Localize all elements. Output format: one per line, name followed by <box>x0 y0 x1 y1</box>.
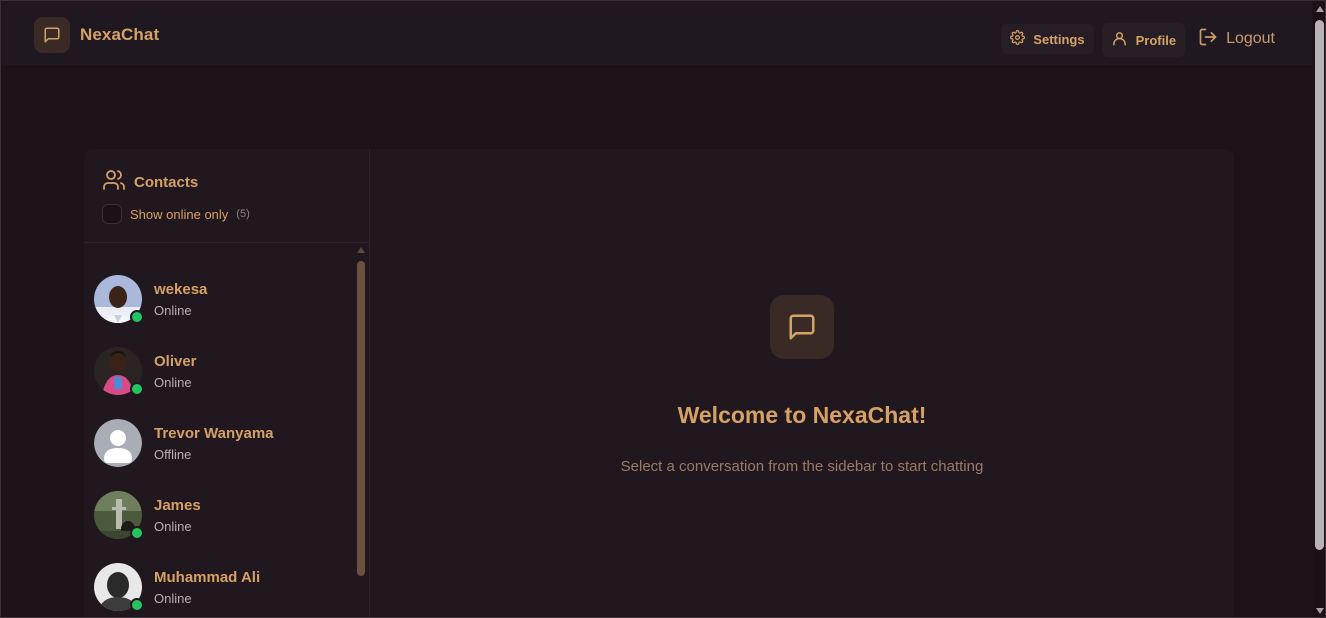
contact-item[interactable]: wekesa Online <box>94 267 354 331</box>
welcome-panel: Welcome to NexaChat! Select a conversati… <box>371 149 1234 617</box>
message-square-icon <box>770 295 834 359</box>
contact-status: Offline <box>154 446 192 462</box>
online-count: (5) <box>236 208 250 220</box>
contacts-title-label: Contacts <box>134 174 199 191</box>
user-icon <box>1111 30 1128 50</box>
message-square-icon <box>34 17 70 53</box>
settings-label: Settings <box>1033 31 1085 47</box>
contact-status: Online <box>154 374 192 390</box>
app-window: NexaChat Settings Profile Logout Contact… <box>0 0 1326 618</box>
profile-label: Profile <box>1135 32 1177 48</box>
online-filter[interactable]: Show online only (5) <box>102 204 250 224</box>
logout-label: Logout <box>1226 30 1275 47</box>
scroll-up-arrow[interactable] <box>1316 6 1324 12</box>
default-avatar-icon <box>94 419 142 467</box>
scroll-up-arrow[interactable] <box>357 247 365 253</box>
settings-button[interactable]: Settings <box>1001 24 1094 54</box>
contact-name: wekesa <box>154 280 208 298</box>
contact-item[interactable]: Muhammad Ali Online <box>94 555 354 617</box>
profile-button[interactable]: Profile <box>1101 23 1186 57</box>
show-online-checkbox[interactable] <box>102 204 122 224</box>
chat-container: Contacts Show online only (5) wekesa Onl… <box>84 149 1234 617</box>
sidebar-header: Contacts Show online only (5) <box>84 149 370 243</box>
top-navbar: NexaChat Settings Profile Logout <box>2 2 1312 67</box>
logout-button[interactable]: Logout <box>1193 24 1280 54</box>
welcome-title: Welcome to NexaChat! <box>677 402 927 428</box>
contact-name: Oliver <box>154 352 197 370</box>
contacts-title: Contacts <box>102 168 198 197</box>
contact-status: Online <box>154 302 192 318</box>
contact-item[interactable]: Trevor Wanyama Offline <box>94 411 354 475</box>
contact-name: James <box>154 496 201 514</box>
contact-item[interactable]: James Online <box>94 483 354 547</box>
brand[interactable]: NexaChat <box>34 17 159 53</box>
gear-icon <box>1010 30 1026 48</box>
avatar <box>94 563 144 612</box>
contact-status: Online <box>154 590 192 606</box>
contact-list: wekesa Online Oliver Online Trevor Wanya… <box>84 244 370 617</box>
contact-status: Online <box>154 518 192 534</box>
show-online-label: Show online only <box>130 206 229 222</box>
scroll-down-arrow[interactable] <box>1316 608 1324 614</box>
contact-list-scrollbar[interactable] <box>357 261 365 576</box>
app-name: NexaChat <box>80 25 160 44</box>
online-status-dot <box>130 382 144 396</box>
online-status-dot <box>130 526 144 540</box>
page-scrollbar-thumb[interactable] <box>1315 20 1324 550</box>
contact-name: Muhammad Ali <box>154 568 261 586</box>
users-icon <box>102 168 126 197</box>
avatar <box>94 275 144 324</box>
logout-icon <box>1198 27 1218 52</box>
avatar <box>94 491 144 540</box>
contact-name: Trevor Wanyama <box>154 424 274 442</box>
online-status-dot <box>130 310 144 324</box>
contacts-sidebar: Contacts Show online only (5) wekesa Onl… <box>84 149 370 617</box>
contact-item[interactable]: Oliver Online <box>94 339 354 403</box>
page-scrollbar[interactable] <box>1313 2 1325 617</box>
welcome-subtitle: Select a conversation from the sidebar t… <box>620 458 984 475</box>
nav-actions: Settings Profile Logout <box>1001 21 1280 57</box>
avatar <box>94 419 142 467</box>
avatar <box>94 347 144 396</box>
online-status-dot <box>130 598 144 612</box>
